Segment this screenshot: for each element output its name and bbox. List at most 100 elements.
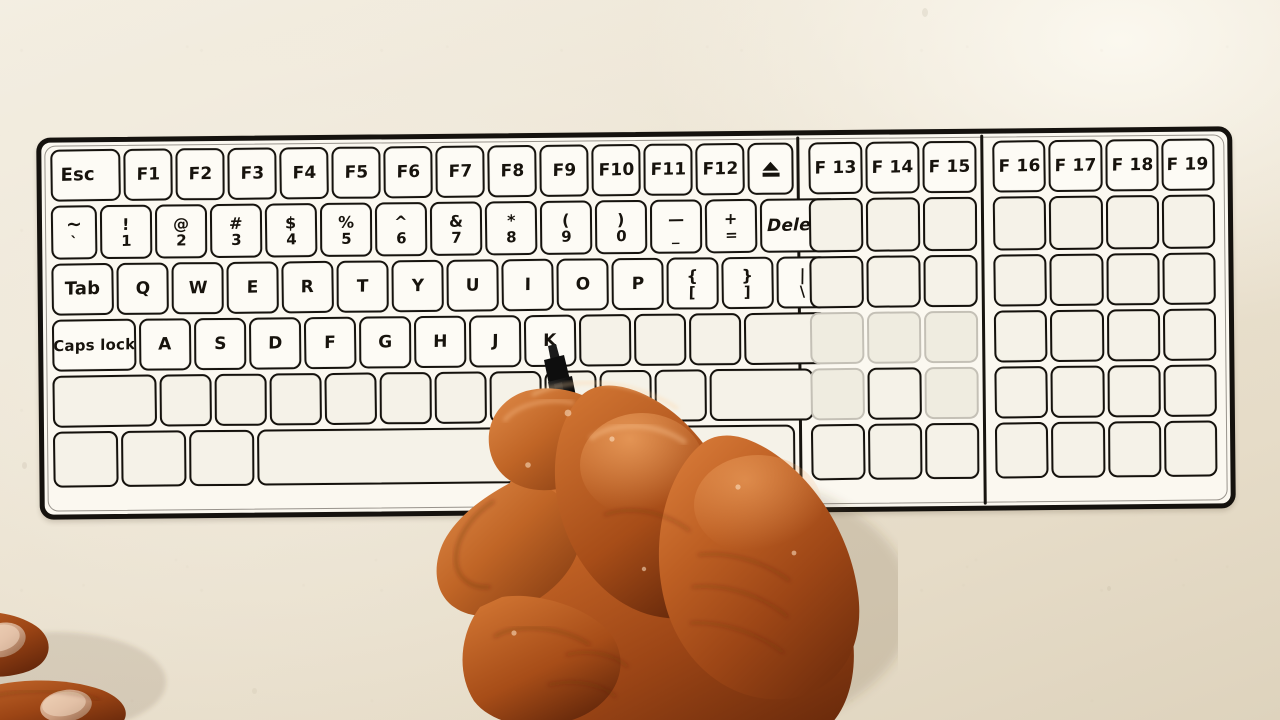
- key-x-undrawn[interactable]: [214, 373, 267, 426]
- key-fn-undrawn[interactable]: [52, 430, 119, 488]
- key-control-undrawn[interactable]: [121, 430, 187, 487]
- mid-key-guideline[interactable]: [924, 366, 979, 420]
- key-f16[interactable]: F 16: [992, 139, 1047, 193]
- mid-key-undrawn[interactable]: [865, 197, 921, 252]
- key-s[interactable]: S: [194, 317, 247, 371]
- key-8[interactable]: * 8: [484, 200, 538, 256]
- key-y[interactable]: Y: [391, 259, 444, 313]
- key-f17[interactable]: F 17: [1048, 139, 1103, 193]
- right-key-undrawn[interactable]: [992, 195, 1047, 251]
- key-g[interactable]: G: [359, 316, 412, 369]
- key-esc[interactable]: Esc: [50, 148, 121, 202]
- key-6[interactable]: ^ 6: [374, 202, 428, 257]
- key-m-undrawn[interactable]: [489, 370, 542, 424]
- key-f10[interactable]: F10: [591, 143, 641, 197]
- key-period-undrawn[interactable]: [599, 369, 652, 423]
- key-1[interactable]: ! 1: [99, 204, 153, 260]
- right-key-undrawn[interactable]: [1049, 195, 1103, 251]
- key-backtick[interactable]: ~ `: [50, 205, 98, 260]
- right-key-undrawn[interactable]: [1049, 253, 1104, 307]
- key-shift-left-undrawn[interactable]: [52, 374, 158, 428]
- mid-key-guideline[interactable]: [866, 311, 922, 364]
- key-o[interactable]: O: [556, 258, 609, 311]
- key-3[interactable]: # 3: [209, 203, 263, 259]
- key-c-undrawn[interactable]: [269, 373, 322, 426]
- mid-key-guideline[interactable]: [809, 311, 865, 365]
- key-f18[interactable]: F 18: [1104, 139, 1159, 192]
- key-a[interactable]: A: [138, 318, 192, 371]
- mid-key-undrawn[interactable]: [923, 254, 978, 308]
- key-f[interactable]: F: [303, 316, 357, 370]
- right-key-undrawn[interactable]: [1107, 421, 1162, 478]
- key-b-undrawn[interactable]: [379, 372, 432, 425]
- key-f13[interactable]: F 13: [808, 141, 863, 195]
- right-key-undrawn[interactable]: [1163, 420, 1218, 477]
- key-5[interactable]: % 5: [319, 202, 373, 257]
- mid-key-undrawn[interactable]: [867, 367, 922, 420]
- key-f12[interactable]: F12: [695, 142, 745, 196]
- key-f6[interactable]: F6: [383, 145, 433, 199]
- mid-key-undrawn[interactable]: [925, 422, 980, 480]
- right-key-undrawn[interactable]: [1163, 364, 1217, 417]
- key-capslock[interactable]: Caps lock: [51, 318, 137, 372]
- key-f4[interactable]: F4: [279, 146, 329, 200]
- key-quote-undrawn[interactable]: [689, 313, 742, 366]
- key-bracket-right[interactable]: } ]: [721, 256, 774, 310]
- key-f14[interactable]: F 14: [865, 141, 920, 194]
- key-r[interactable]: R: [281, 260, 335, 314]
- key-f2[interactable]: F2: [175, 148, 225, 201]
- mid-key-guideline[interactable]: [923, 310, 979, 364]
- key-tab[interactable]: Tab: [51, 262, 115, 316]
- key-f3[interactable]: F3: [227, 147, 277, 200]
- key-e[interactable]: E: [226, 261, 279, 314]
- key-f7[interactable]: F7: [435, 145, 485, 198]
- right-key-undrawn[interactable]: [1050, 309, 1104, 363]
- mid-key-undrawn[interactable]: [867, 423, 923, 480]
- key-slash-undrawn[interactable]: [654, 369, 707, 422]
- key-q[interactable]: Q: [116, 262, 169, 315]
- mid-key-undrawn[interactable]: [810, 423, 866, 481]
- key-minus[interactable]: — _: [649, 199, 703, 254]
- key-d[interactable]: D: [248, 317, 302, 370]
- key-equals[interactable]: + =: [704, 198, 758, 254]
- key-0[interactable]: ) 0: [594, 199, 648, 255]
- right-key-undrawn[interactable]: [1050, 365, 1105, 419]
- key-v-undrawn[interactable]: [324, 372, 378, 426]
- key-u[interactable]: U: [446, 259, 499, 312]
- right-key-undrawn[interactable]: [1105, 195, 1159, 250]
- key-t[interactable]: T: [336, 260, 389, 313]
- key-z-undrawn[interactable]: [159, 374, 212, 427]
- key-space-undrawn[interactable]: [257, 424, 796, 486]
- key-7[interactable]: & 7: [429, 201, 483, 256]
- right-key-undrawn[interactable]: [994, 421, 1049, 479]
- key-shift-right-undrawn[interactable]: [709, 368, 814, 422]
- mid-key-undrawn[interactable]: [809, 255, 864, 309]
- right-key-undrawn[interactable]: [1162, 308, 1217, 361]
- key-i[interactable]: I: [501, 258, 554, 312]
- key-p[interactable]: P: [611, 257, 664, 311]
- right-key-undrawn[interactable]: [1161, 194, 1216, 249]
- key-f19[interactable]: F 19: [1161, 138, 1215, 191]
- right-key-undrawn[interactable]: [1106, 309, 1161, 362]
- key-n-undrawn[interactable]: [434, 371, 487, 424]
- right-key-undrawn[interactable]: [1051, 421, 1106, 479]
- key-f15[interactable]: F 15: [922, 140, 977, 194]
- key-bracket-left[interactable]: { [: [666, 257, 719, 310]
- right-key-undrawn[interactable]: [994, 365, 1049, 419]
- right-key-undrawn[interactable]: [1162, 252, 1216, 305]
- key-f11[interactable]: F11: [643, 143, 693, 196]
- mid-key-undrawn[interactable]: [866, 255, 921, 308]
- key-9[interactable]: ( 9: [539, 200, 593, 255]
- key-4[interactable]: $ 4: [264, 202, 318, 258]
- key-f8[interactable]: F8: [487, 144, 537, 198]
- key-comma-undrawn[interactable]: [544, 370, 598, 423]
- mid-key-undrawn[interactable]: [922, 196, 978, 252]
- right-key-undrawn[interactable]: [993, 253, 1048, 307]
- key-semicolon-undrawn[interactable]: [633, 313, 687, 367]
- key-l-undrawn[interactable]: [578, 314, 632, 367]
- key-option-undrawn[interactable]: [189, 429, 255, 487]
- right-key-undrawn[interactable]: [1107, 365, 1161, 418]
- key-f5[interactable]: F5: [331, 146, 381, 199]
- key-h[interactable]: H: [413, 315, 467, 369]
- key-2[interactable]: @ 2: [154, 204, 208, 259]
